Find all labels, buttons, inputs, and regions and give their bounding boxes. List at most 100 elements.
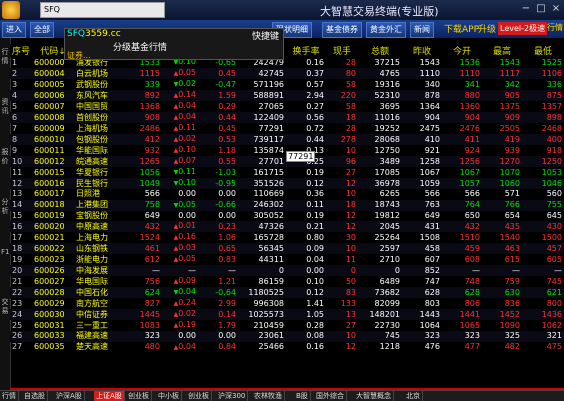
maximize-icon[interactable]: □ (535, 3, 547, 15)
cell-amt: 2710 (379, 254, 400, 264)
table-row[interactable]: 2600004白云机场11150.050.45427450.3780476511… (10, 68, 564, 79)
popup-query: SFQ3559.cc (67, 29, 121, 39)
table-row[interactable]: 5 600007 中国国贸 13680.04 0.29 27065 0.27 58 3695 13… (10, 101, 564, 112)
bottom-tab-bar: 行情 自选股 沪深A股 上证A股 创业板 中小板 创业板 沪深300 农林牧渔 B股 国外综合 大智慧… (0, 390, 564, 401)
download-app-link[interactable]: 下载APP (444, 22, 479, 35)
table-row[interactable]: 11 600015 华夏银行 10560.11 -1.03 161715 0.19 27 170… (10, 167, 564, 178)
sidebar-tab-trade[interactable]: 交易 (1, 298, 9, 316)
cell-open: 2476 (459, 123, 480, 133)
sidebar-tab-quote[interactable]: 报价 (1, 148, 9, 166)
column-header[interactable]: 现手 (326, 44, 358, 57)
cell-cur: 28 (345, 57, 356, 67)
cell-low: 645 (546, 211, 562, 221)
sidebar-tab-analysis[interactable]: 分析 (1, 198, 9, 216)
cell-prev: 566 (424, 189, 440, 199)
column-header[interactable]: 序号 (10, 44, 32, 57)
cell-n: 9 (12, 145, 18, 155)
cell-low: — (522, 265, 564, 277)
table-row[interactable]: 14600018上港集团7580.05-0.662463020.11181874… (10, 199, 564, 211)
sidebar-tab-f10[interactable]: F10 (1, 248, 14, 257)
cell-low: 898 (522, 112, 564, 123)
table-row[interactable]: 22600028中国石化6240.04-0.6411805250.1283736… (10, 287, 564, 299)
nav-button-enter[interactable]: 进入 (2, 22, 26, 38)
table-row[interactable]: 15 600019 宝钢股份 649 0.00 0.00 305052 0.19 12 19812… (10, 211, 564, 222)
cell-high: 571 (504, 189, 520, 199)
cell-last: 932 (144, 145, 160, 155)
table-row[interactable]: 27 600035 楚天高速 4800.04 0.84 25466 0.16 12 1218 47… (10, 342, 564, 353)
cell-prev: 476 (424, 342, 440, 352)
cell-open: 432 (442, 221, 482, 233)
popup-result-item[interactable]: 分级基金行情 (113, 40, 167, 53)
cell-name: 白云机场 (74, 68, 126, 79)
cell-code: 600033 (32, 331, 74, 342)
nav-button-forex[interactable]: 黄金外汇 (366, 22, 406, 38)
cell-turn: 0.57 (306, 79, 324, 89)
table-row[interactable]: 19 600023 浙能电力 6120.05 0.83 44311 0.04 11 2710 60… (10, 254, 564, 265)
sidebar-tab-news[interactable]: 资讯 (1, 98, 9, 116)
table-row[interactable]: 24600030中信证券14450.020.1410255731.0513148… (10, 309, 564, 321)
cell-chg: 0.14 (162, 90, 198, 101)
cell-open: 628 (442, 287, 482, 299)
column-header[interactable]: 昨收 (402, 44, 442, 57)
cell-cur: 10 (326, 243, 358, 255)
cell-cur: 28 (345, 123, 356, 133)
cell-vol: 996308 (253, 298, 284, 308)
search-input[interactable]: SFQ (40, 2, 165, 18)
table-row[interactable]: 21 600027 华电国际 7560.09 1.21 86159 0.10 50 6489 74… (10, 276, 564, 287)
table-row[interactable]: 8600010包钢股份4120.020.537391170.4427828068… (10, 134, 564, 145)
cell-n: 3 (12, 79, 18, 89)
app-logo (2, 1, 20, 19)
table-row[interactable]: 20 600026 中海发展 — — —0 0.00 0 0 852— — — (10, 265, 564, 277)
table-row[interactable]: 7 600009 上海机场 24860.11 0.45 77291 0.72 28 19252 2… (10, 123, 564, 134)
cell-name: 上海机场 (76, 123, 108, 133)
cell-prev: 763 (402, 199, 442, 211)
column-header[interactable]: 最高 (482, 44, 522, 57)
cell-chg: 0.19 (162, 320, 198, 331)
column-header[interactable]: 总额 (358, 44, 402, 57)
table-row[interactable]: 18600022山东钢铁4610.030.65563450.0910259745… (10, 243, 564, 255)
nav-button-all[interactable]: 全部 (30, 22, 54, 38)
level2-button[interactable]: Level-2极速 (498, 22, 548, 35)
table-row[interactable]: 3 600005 武钢股份 3390.02 -0.47 571196 0.57 58 19316… (10, 79, 564, 90)
table-row[interactable]: 17 600021 上海电力 15240.16 1.06 165728 0.80 30 2526… (10, 232, 564, 243)
cell-amt: 3489 (358, 156, 402, 167)
cell-low: 918 (546, 145, 562, 155)
cell-low: 400 (522, 134, 564, 145)
table-row[interactable]: 12600016民生银行10490.10-0.953515260.1212369… (10, 178, 564, 189)
quick-search-popup[interactable]: SFQ3559.cc 快捷键 分级基金行情 证券... (64, 28, 284, 60)
cell-high: 325 (482, 331, 522, 342)
cell-turn: 0.44 (286, 134, 326, 145)
cell-chg: 0.11 (162, 123, 198, 134)
cell-pct: -0.64 (198, 287, 238, 299)
sidebar-tab-market[interactable]: 行情 (1, 48, 9, 66)
table-row[interactable]: 6600008首创股份9080.040.441224090.5618110169… (10, 112, 564, 123)
market-link[interactable]: 行情 (547, 22, 563, 33)
nav-button-news[interactable]: 新闻 (410, 22, 434, 38)
table-row[interactable]: 26 600033 福建高速 323 0.00 0.00 23061 0.08 10 745 323… (10, 331, 564, 342)
table-row[interactable]: 16600020中原高速4320.010.23473260.2112204543… (10, 221, 564, 233)
popup-hint: 快捷键 (251, 32, 279, 42)
cell-low: 1357 (541, 101, 562, 111)
popup-result-item-2[interactable]: 证券... (67, 50, 91, 61)
cell-name: 民生银行 (74, 178, 126, 189)
nav-button-fund[interactable]: 基金债券 (322, 22, 362, 38)
close-icon[interactable]: × (550, 3, 562, 15)
cell-n: 6 (10, 112, 32, 123)
table-row[interactable]: 13 600017 日照港 566 0.00 0.00 110669 0.36 10 6265 56… (10, 189, 564, 200)
cell-vol: 0 (238, 265, 286, 277)
table-row[interactable]: 23 600029 南方航空 8270.24 2.99 996308 1.41 133 8209… (10, 298, 564, 309)
minimize-icon[interactable]: − (520, 3, 532, 15)
cell-code: 600006 (32, 90, 74, 101)
cell-turn: 0.12 (286, 178, 326, 189)
cell-last: 2486 (139, 123, 160, 133)
cell-open: 806 (464, 298, 480, 308)
column-header[interactable]: 换手率 (286, 44, 326, 57)
cell-code: 600016 (32, 178, 74, 189)
upgrade-link[interactable]: 升级 (478, 22, 496, 35)
column-header[interactable]: 最低 (522, 44, 564, 57)
cell-last: 612 (144, 254, 160, 264)
cell-cur: 58 (345, 79, 356, 89)
column-header[interactable]: 今开 (442, 44, 482, 57)
table-row[interactable]: 25 600031 三一重工 10830.19 1.79 210459 0.28 27 2273… (10, 320, 564, 331)
table-row[interactable]: 4600006东风汽车8920.141.595888912.9422052310… (10, 90, 564, 101)
